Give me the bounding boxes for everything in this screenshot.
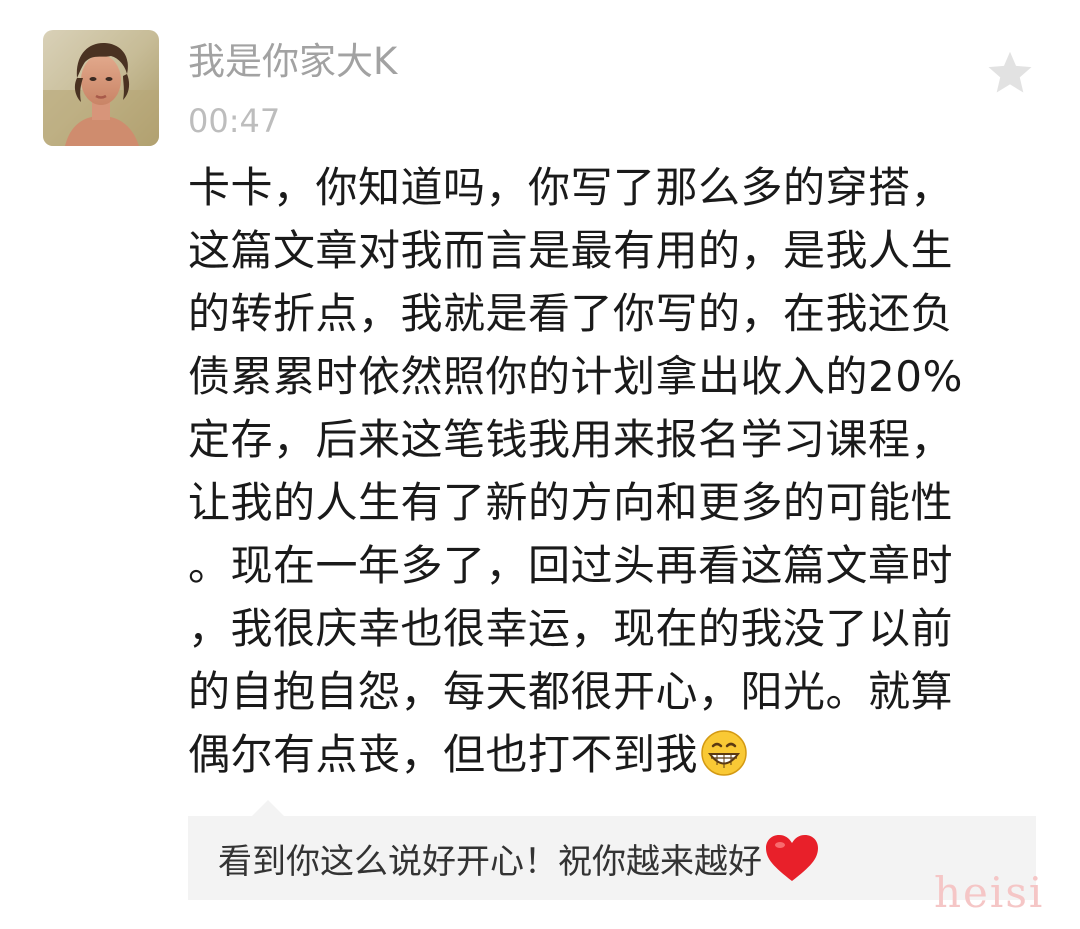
comment-line: 这篇文章对我而言是最有用的，是我人生: [188, 226, 954, 275]
comment-line: 的转折点，我就是看了你写的，在我还负: [188, 289, 954, 338]
comment-line-text: 偶尔有点丧，但也打不到我: [188, 730, 699, 779]
author-reply: 看到你这么说好开心！祝你越来越好: [188, 800, 1036, 900]
comment-last-line: 偶尔有点丧，但也打不到我: [188, 723, 1028, 786]
post-timestamp: 00:47: [188, 102, 281, 140]
comment-line: 。现在一年多了，回过头再看这篇文章时: [188, 541, 954, 590]
comment-line: 让我的人生有了新的方向和更多的可能性: [188, 478, 954, 527]
user-avatar[interactable]: [43, 30, 159, 146]
reply-text: 看到你这么说好开心！祝你越来越好: [218, 841, 762, 882]
avatar-photo-icon: [43, 30, 159, 146]
comment-line: 定存，后来这笔钱我用来报名学习课程，: [188, 415, 954, 464]
comment-line: 的自抱自怨，每天都很开心，阳光。就算: [188, 667, 954, 716]
watermark-text: heisi: [934, 868, 1045, 917]
username[interactable]: 我是你家大K: [188, 36, 397, 88]
comment-line: ，我很庆幸也很幸运，现在的我没了以前: [188, 604, 954, 653]
favorite-button[interactable]: [982, 46, 1038, 102]
reply-text-row: 看到你这么说好开心！祝你越来越好: [218, 816, 820, 900]
comment-line: 债累累时依然照你的计划拿出收入的20%: [188, 352, 963, 401]
comment-body: 卡卡，你知道吗，你写了那么多的穿搭， 这篇文章对我而言是最有用的，是我人生 的转…: [188, 156, 1028, 786]
red-heart-icon: [764, 833, 820, 883]
grinning-emoji-icon: [700, 729, 748, 777]
star-icon: [988, 51, 1032, 93]
comment-line: 卡卡，你知道吗，你写了那么多的穿搭，: [188, 163, 954, 212]
